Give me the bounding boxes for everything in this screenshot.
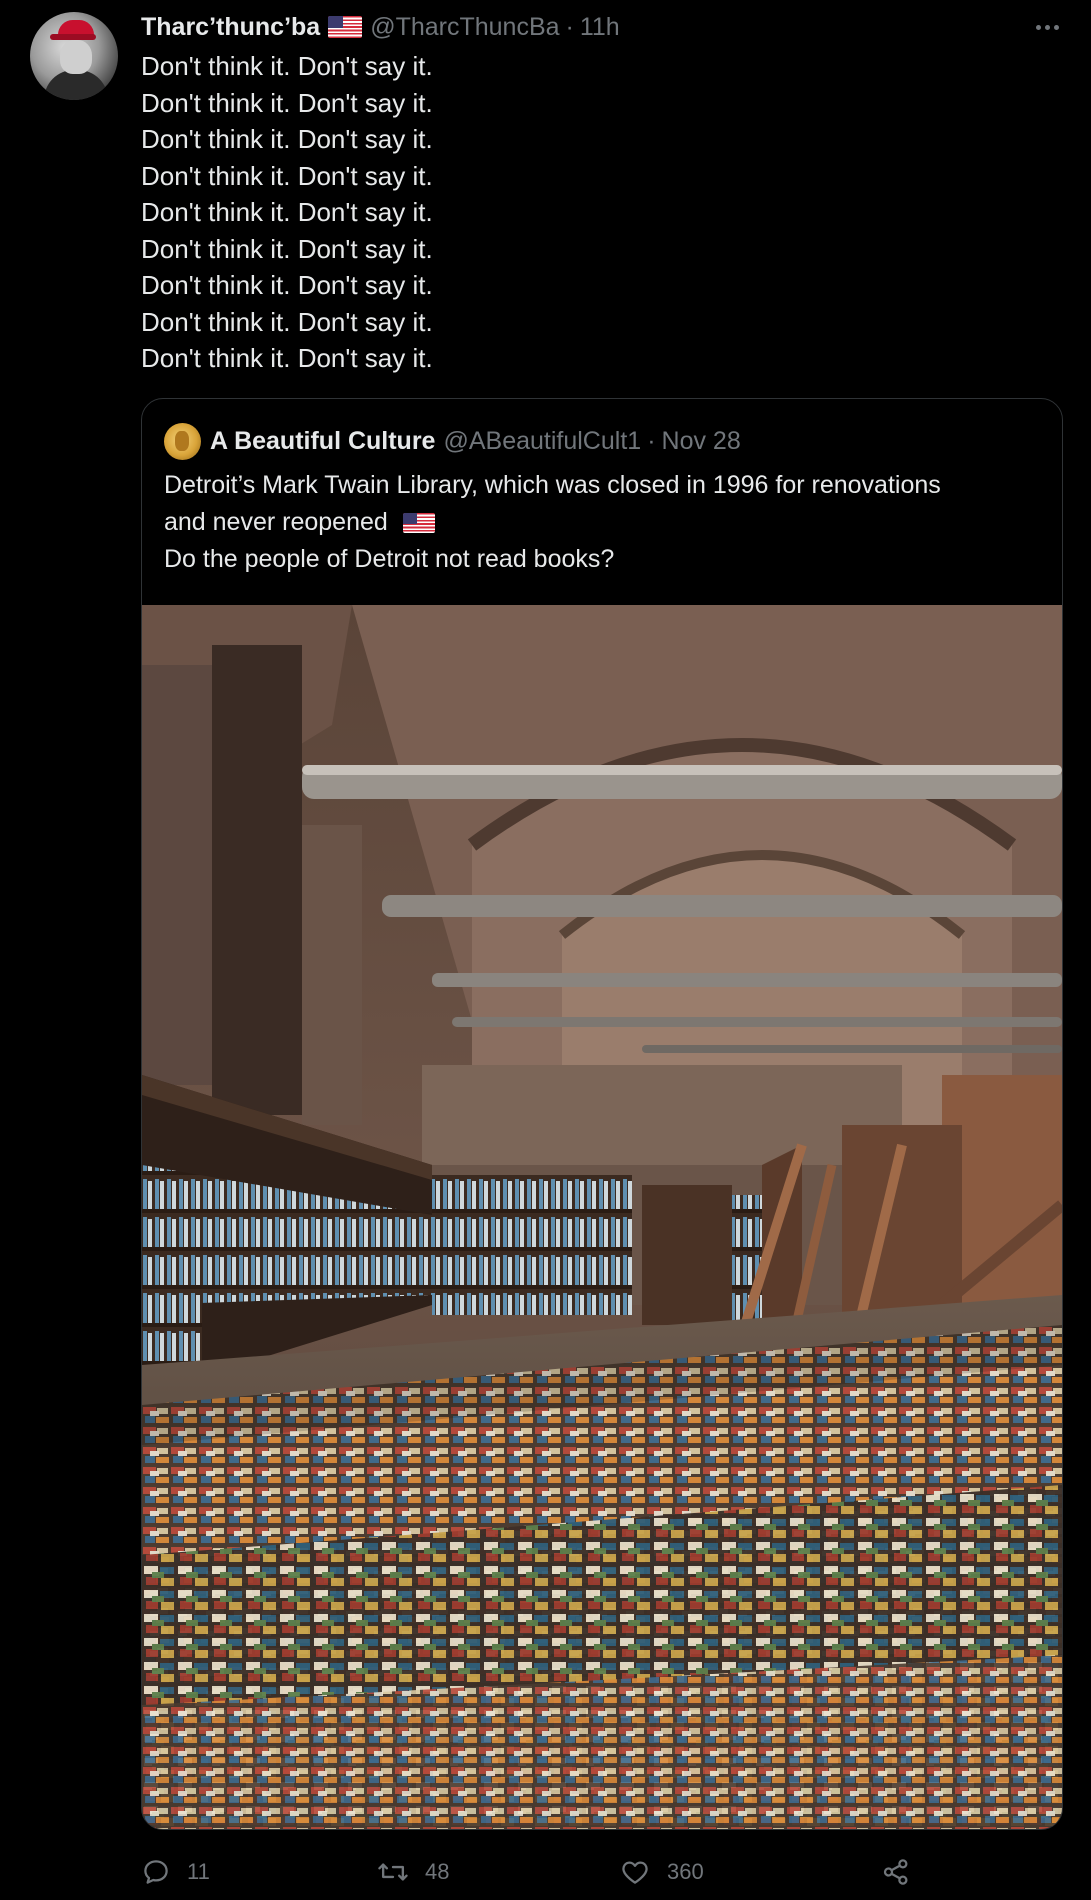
tweet-actions: 11 48 360 [141,1852,921,1892]
tweet-text-line: Don't think it. Don't say it. [141,306,433,337]
reply-button[interactable]: 11 [141,1852,210,1892]
quoted-avatar[interactable] [164,422,201,460]
display-name[interactable]: Tharc’thunc’ba [141,13,320,42]
more-horizontal-icon[interactable] [1030,14,1064,40]
user-handle[interactable]: @TharcThuncBa [370,13,559,42]
separator: · [647,426,656,455]
tweet-text-line: Don't think it. Don't say it. [141,160,433,191]
like-button[interactable]: 360 [619,1852,704,1892]
avatar[interactable] [30,12,118,100]
retweet-icon [378,1863,408,1881]
library-photo[interactable] [142,605,1062,1829]
separator: · [565,12,574,41]
tweet-header: Tharc’thunc’ba @TharcThuncBa · 11h [141,11,620,43]
us-flag-icon [328,16,363,38]
tweet-text-line: Don't think it. Don't say it. [141,233,433,264]
quoted-text-line: Detroit’s Mark Twain Library, which was … [164,471,941,499]
quoted-display-name[interactable]: A Beautiful Culture [210,427,435,456]
reply-icon [144,1860,168,1884]
tweet-text-line: Don't think it. Don't say it. [141,197,433,227]
share-button[interactable] [881,1852,911,1892]
retweet-button[interactable]: 48 [377,1852,449,1892]
quoted-tweet[interactable]: A Beautiful Culture @ABeautifulCult1 · N… [141,398,1063,1830]
quoted-tweet-header: A Beautiful Culture @ABeautifulCult1 · N… [164,421,741,461]
timestamp[interactable]: 11h [580,13,620,42]
reply-count: 11 [187,1859,210,1884]
us-flag-icon [402,513,435,534]
heart-icon [622,1861,648,1884]
quoted-text-line: Do the people of Detroit not read books? [164,545,615,573]
tweet-text: Don't think it. Don't say it. Don't thin… [141,48,1041,377]
quoted-tweet-text: Detroit’s Mark Twain Library, which was … [164,467,1044,578]
quoted-date[interactable]: Nov 28 [662,427,741,456]
share-icon [883,1859,908,1885]
tweet-text-line: Don't think it. Don't say it. [141,124,433,154]
quoted-text-line-with-flag: and never reopened [164,504,1044,541]
tweet-text-line: Don't think it. Don't say it. [141,87,433,118]
tweet-text-line: Don't think it. Don't say it. [141,343,433,373]
tweet-text-line: Don't think it. Don't say it. [141,51,433,81]
retweet-count: 48 [425,1859,450,1884]
like-count: 360 [667,1859,704,1884]
quoted-text-line: and never reopened [164,508,388,536]
tweet[interactable]: Tharc’thunc’ba @TharcThuncBa · 11h Don't… [0,0,1091,1900]
tweet-text-line: Don't think it. Don't say it. [141,270,433,300]
quoted-handle[interactable]: @ABeautifulCult1 [443,427,641,456]
